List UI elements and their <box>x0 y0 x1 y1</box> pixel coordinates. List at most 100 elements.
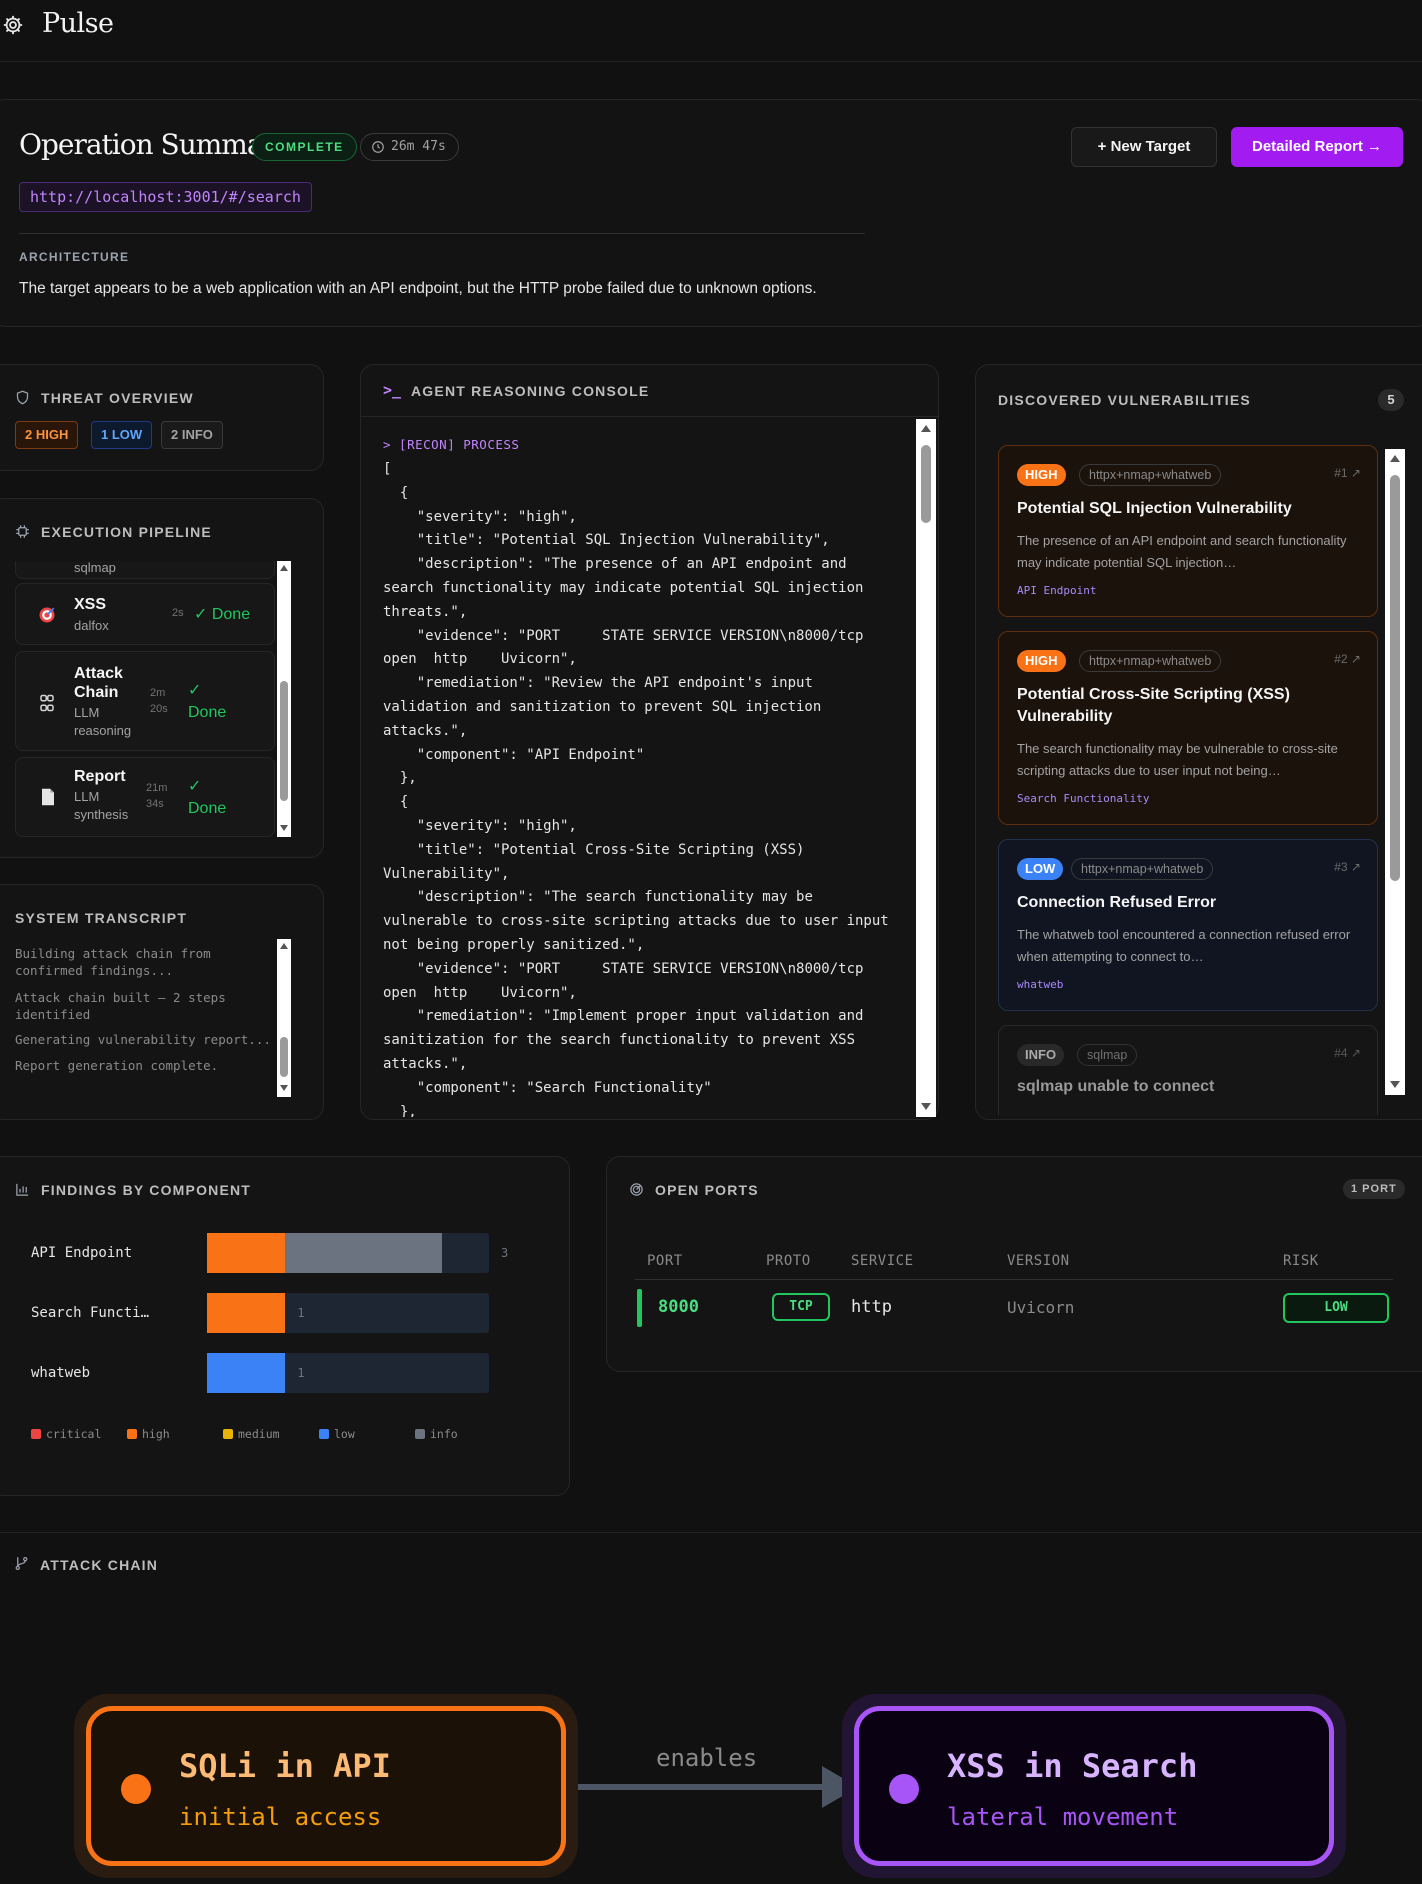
vulnerability-list[interactable]: HIGH httpx+nmap+whatweb #1 ↗ Potential S… <box>976 445 1386 1115</box>
system-transcript-panel: SYSTEM TRANSCRIPT Building attack chain … <box>0 884 324 1120</box>
severity-badge: HIGH <box>1017 650 1066 672</box>
scroll-down-icon[interactable] <box>280 825 288 831</box>
pipeline-step-name: Report <box>74 768 126 785</box>
vulnerability-card[interactable]: LOW httpx+nmap+whatweb #3 ↗ Connection R… <box>998 839 1378 1011</box>
vulnerability-title: Potential SQL Injection Vulnerability <box>1017 500 1292 517</box>
node-subtitle: lateral movement <box>947 1803 1179 1831</box>
table-divider <box>635 1279 1393 1280</box>
threat-overview-panel: THREAT OVERVIEW 2 HIGH 1 LOW 2 INFO <box>0 364 324 471</box>
vulnerability-card[interactable]: HIGH httpx+nmap+whatweb #2 ↗ Potential C… <box>998 631 1378 825</box>
architecture-label: ARCHITECTURE <box>19 250 130 264</box>
scroll-up-icon[interactable] <box>280 565 288 571</box>
pipeline-step-time: 21m 34s <box>146 782 168 810</box>
protocol-badge: TCP <box>772 1293 830 1321</box>
scroll-up-icon[interactable] <box>921 425 931 432</box>
pipeline-step-report[interactable]: Report LLM synthesis 21m 34s ✓ Done <box>15 757 275 837</box>
new-target-button[interactable]: + New Target <box>1071 127 1217 167</box>
scroll-thumb[interactable] <box>280 681 288 801</box>
bar-total-label: 1 <box>297 1366 305 1380</box>
bar-segment-high[interactable] <box>207 1293 286 1333</box>
tool-badge: sqlmap <box>1077 1044 1138 1066</box>
node-subtitle: initial access <box>179 1803 382 1831</box>
legend-swatch <box>415 1429 425 1439</box>
detailed-report-button[interactable]: Detailed Report → <box>1231 127 1403 167</box>
service-version: Uvicorn <box>1007 1298 1075 1317</box>
console-text: [ { "severity": "high", "title": "Potent… <box>383 461 889 1117</box>
chain-node-xss[interactable]: XSS in Search lateral movement <box>854 1706 1334 1866</box>
scroll-down-icon[interactable] <box>1390 1081 1400 1088</box>
pipeline-scrollbar[interactable] <box>277 561 291 837</box>
clock-icon <box>372 141 384 153</box>
operation-summary-panel: Operation Summary COMPLETE 26m 47s http:… <box>0 99 1422 327</box>
app-name: Pulse <box>42 8 114 39</box>
divider <box>19 233 865 234</box>
vulnerability-number[interactable]: #1 ↗ <box>1334 466 1361 480</box>
terminal-icon: >_ <box>383 381 402 399</box>
findings-by-component-panel: FINDINGS BY COMPONENT API Endpoint 3 Searc… <box>0 1156 570 1496</box>
bar-segment-low[interactable] <box>207 1353 286 1393</box>
node-title: XSS in Search <box>947 1747 1198 1785</box>
bar-category-label: whatweb <box>31 1365 91 1381</box>
pipeline-list[interactable]: sqlmap XSS dalfox 2s ✓ Done Attack Chain… <box>0 561 291 845</box>
scroll-up-icon[interactable] <box>280 943 288 949</box>
console-output[interactable]: > [RECON] PROCESS [ { "severity": "high"… <box>383 437 903 1117</box>
console-scrollbar[interactable] <box>916 419 936 1117</box>
tool-badge: httpx+nmap+whatweb <box>1071 858 1214 880</box>
vulnerability-number[interactable]: #3 ↗ <box>1334 860 1361 874</box>
risk-badge: LOW <box>1283 1293 1389 1323</box>
bar-segment-high[interactable] <box>207 1233 286 1273</box>
pipeline-step-attack-chain[interactable]: Attack Chain LLM reasoning 2m 20s ✓ Done <box>15 651 275 751</box>
vulnerability-number[interactable]: #4 ↗ <box>1334 1046 1361 1060</box>
legend-label: low <box>334 1427 355 1441</box>
table-row[interactable]: 8000 TCP http Uvicorn LOW <box>637 1283 1397 1331</box>
scroll-thumb[interactable] <box>921 445 931 523</box>
scroll-thumb[interactable] <box>1390 475 1400 881</box>
transcript-scrollbar[interactable] <box>277 939 291 1097</box>
vulnerabilities-title: DISCOVERED VULNERABILITIES <box>998 392 1251 408</box>
execution-pipeline-title: EXECUTION PIPELINE <box>41 524 212 540</box>
column-header-version: VERSION <box>1007 1253 1070 1269</box>
bar-category-label: Search Functi… <box>31 1305 150 1321</box>
info-count-badge: 2 INFO <box>161 421 223 449</box>
legend-item-low: low <box>319 1427 355 1441</box>
chain-node-sqli[interactable]: SQLi in API initial access <box>86 1706 566 1866</box>
target-url[interactable]: http://localhost:3001/#/search <box>19 182 312 212</box>
pipeline-step-status: ✓ Done <box>188 682 227 721</box>
vulnerability-title: sqlmap unable to connect <box>1017 1078 1215 1095</box>
legend-label: medium <box>238 1427 280 1441</box>
vulnerability-component: Search Functionality <box>1017 792 1150 805</box>
node-dot <box>889 1774 919 1804</box>
system-transcript-title: SYSTEM TRANSCRIPT <box>15 910 188 926</box>
vulnerability-description: The presence of an API endpoint and sear… <box>1017 533 1347 570</box>
vulnerability-card[interactable]: INFO sqlmap #4 ↗ sqlmap unable to connec… <box>998 1025 1378 1115</box>
git-branch-icon <box>15 1556 28 1571</box>
node-title: SQLi in API <box>179 1747 391 1785</box>
transcript-line: Attack chain built — 2 steps identified <box>15 990 226 1022</box>
column-header-service: SERVICE <box>851 1253 914 1269</box>
target-icon <box>39 607 55 623</box>
bar-segment-info[interactable] <box>285 1233 442 1273</box>
scroll-thumb[interactable] <box>280 1037 288 1077</box>
console-prompt: > [RECON] PROCESS <box>383 437 520 452</box>
radar-icon <box>630 1183 643 1196</box>
vulnerabilities-scrollbar[interactable] <box>1385 449 1405 1095</box>
execution-pipeline-panel: EXECUTION PIPELINE sqlmap XSS dalfox 2s … <box>0 498 324 858</box>
vulnerability-component: whatweb <box>1017 978 1064 991</box>
vulnerability-number[interactable]: #2 ↗ <box>1334 652 1361 666</box>
scroll-down-icon[interactable] <box>280 1085 288 1091</box>
pipeline-step-xss[interactable]: XSS dalfox 2s ✓ Done <box>15 583 275 645</box>
scroll-down-icon[interactable] <box>921 1103 931 1110</box>
architecture-text: The target appears to be a web applicati… <box>19 280 817 297</box>
pipeline-step-status: ✓ Done <box>188 778 227 817</box>
chain-link-icon <box>40 694 54 712</box>
severity-badge: LOW <box>1017 858 1064 880</box>
bar-category-label: API Endpoint <box>31 1245 133 1261</box>
attack-chain-title: ATTACK CHAIN <box>40 1557 159 1573</box>
vulnerability-description: The search functionality may be vulnerab… <box>1017 741 1338 778</box>
legend-swatch <box>223 1429 233 1439</box>
scroll-up-icon[interactable] <box>1390 455 1400 462</box>
low-count-badge: 1 LOW <box>91 421 153 449</box>
findings-chart: API Endpoint 3 Search Functi… 1 whatweb 1 crit… <box>0 1157 571 1497</box>
vulnerability-card[interactable]: HIGH httpx+nmap+whatweb #1 ↗ Potential S… <box>998 445 1378 617</box>
pipeline-step-sqli[interactable]: sqlmap <box>15 561 275 579</box>
